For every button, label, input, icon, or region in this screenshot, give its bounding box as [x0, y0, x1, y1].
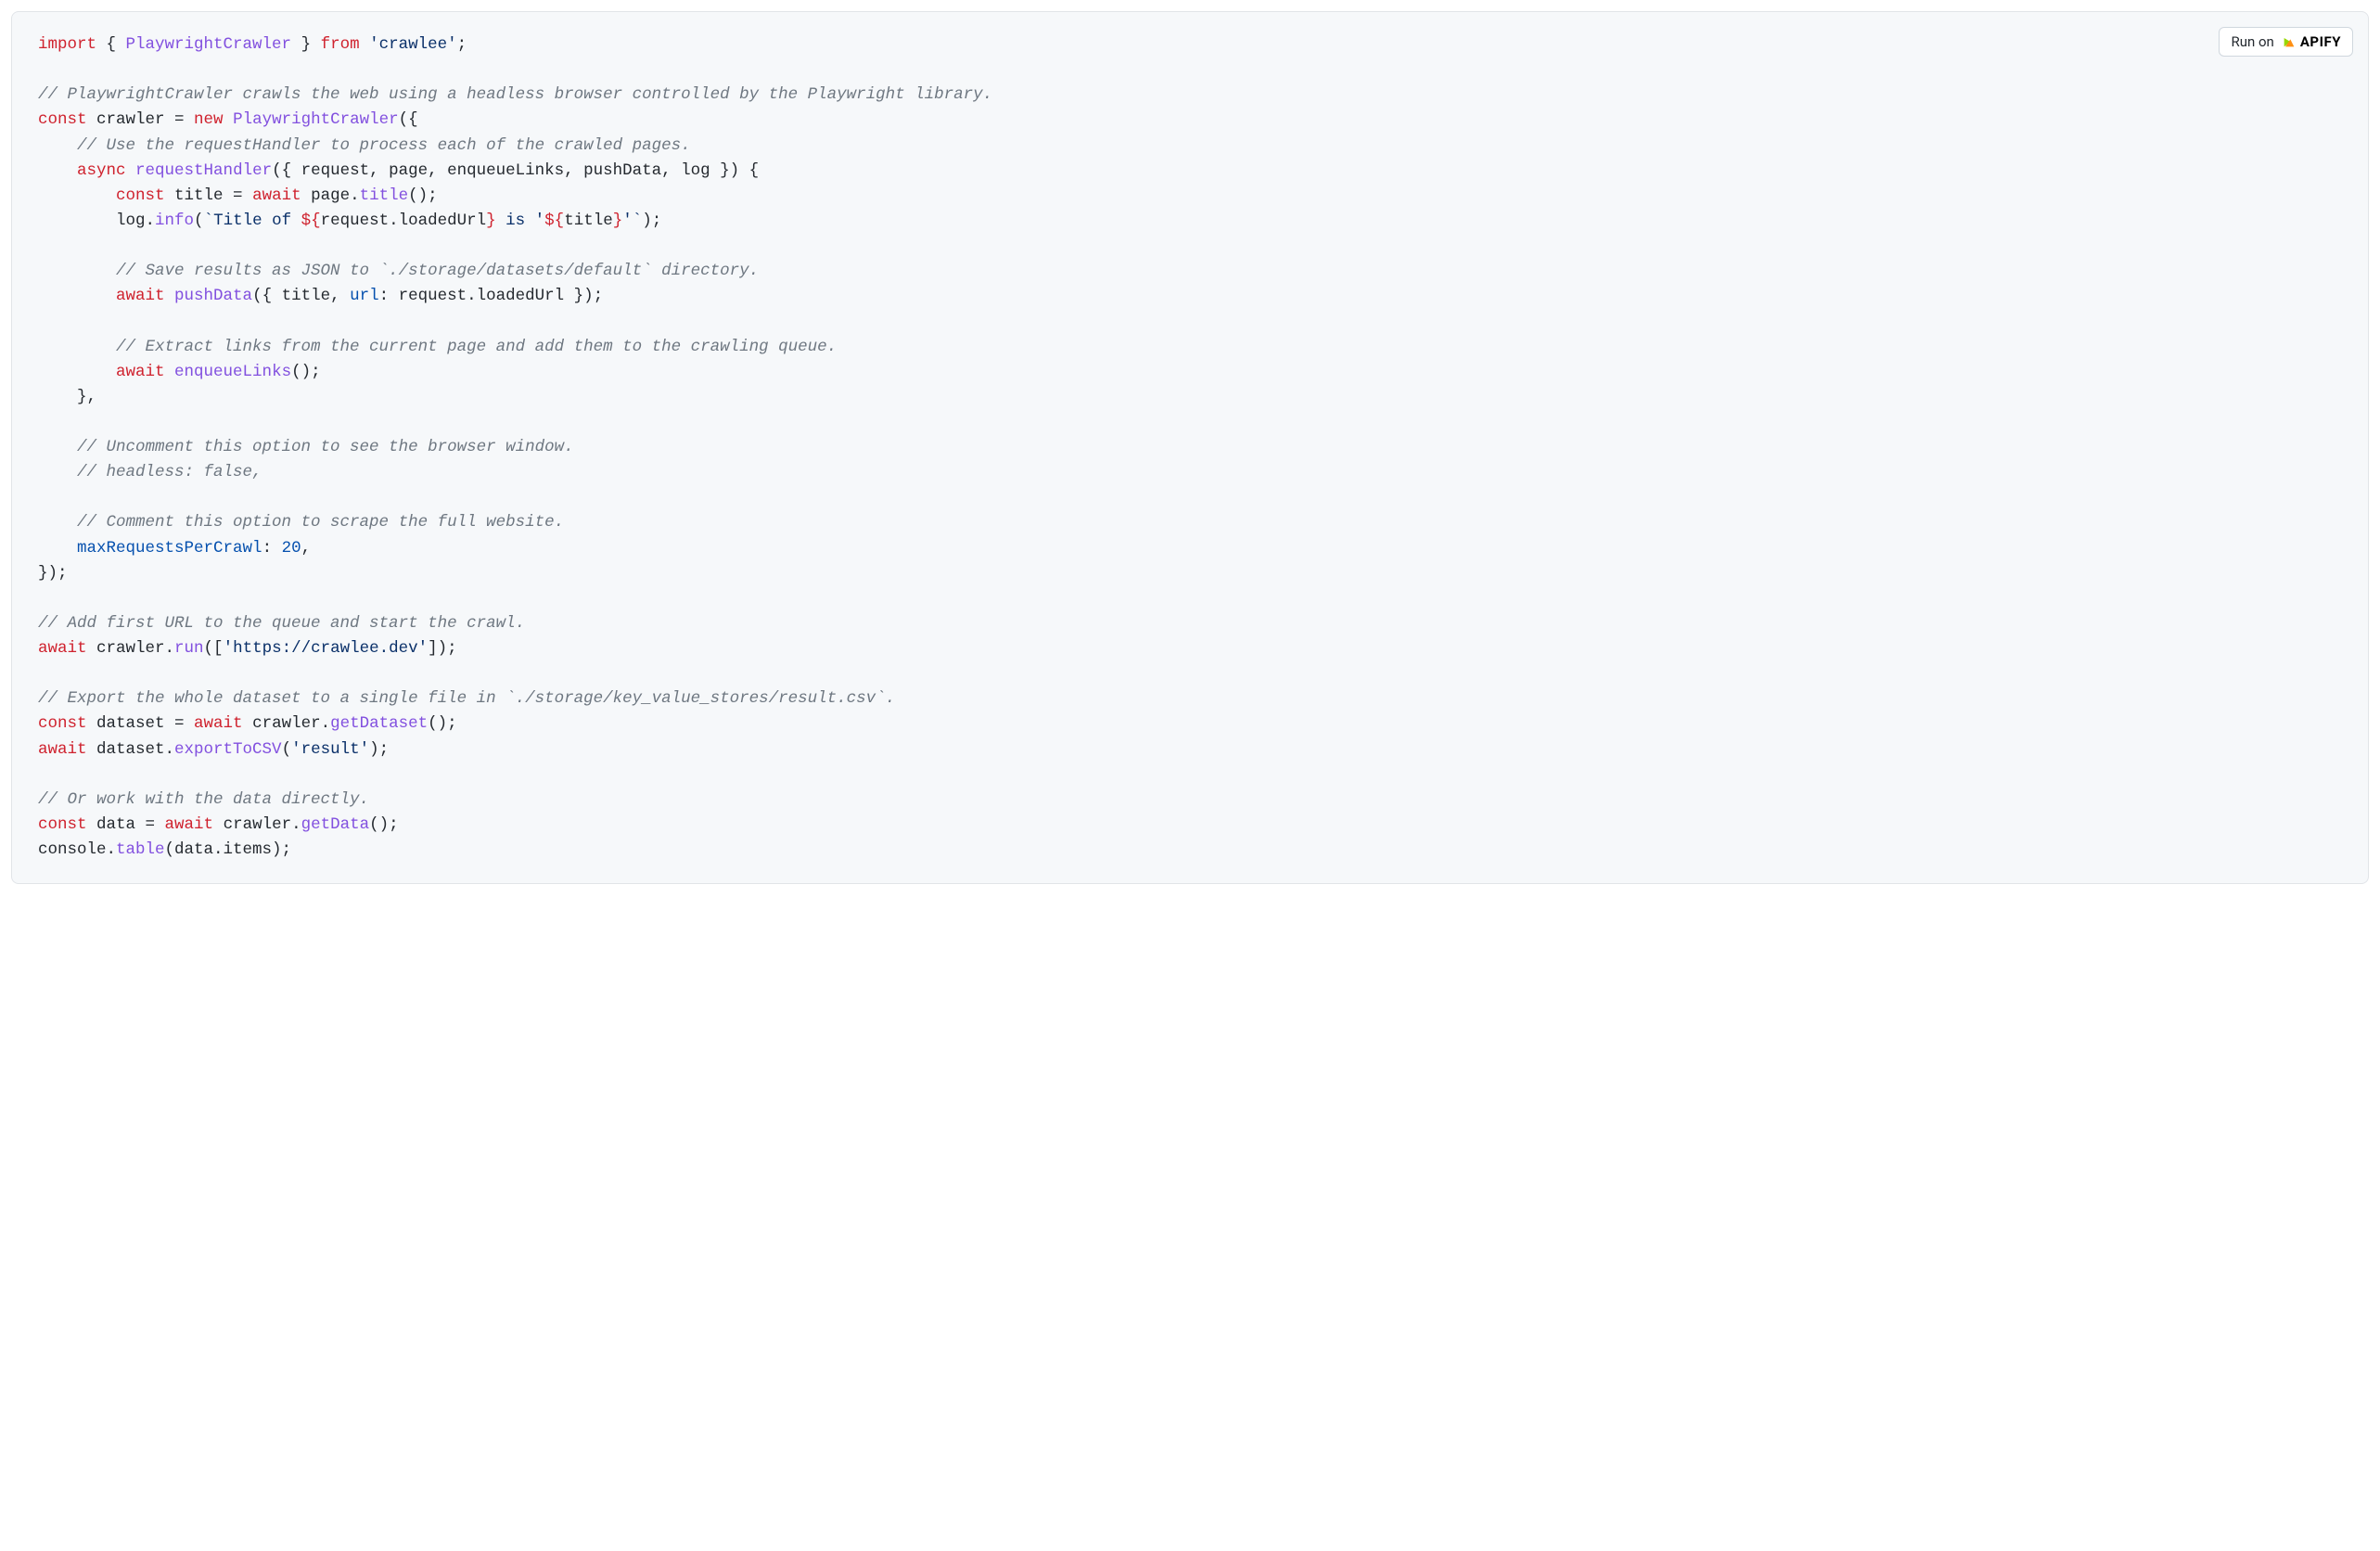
- apify-logo-icon: [2282, 34, 2297, 49]
- code-block: Run on APIFY import { PlaywrightCrawler …: [11, 11, 2369, 884]
- apify-logo-text: APIFY: [2300, 33, 2341, 50]
- code-content: import { PlaywrightCrawler } from 'crawl…: [38, 32, 2342, 863]
- run-on-apify-button[interactable]: Run on APIFY: [2219, 27, 2353, 57]
- apify-logo: APIFY: [2282, 33, 2341, 50]
- run-button-label: Run on: [2231, 33, 2273, 50]
